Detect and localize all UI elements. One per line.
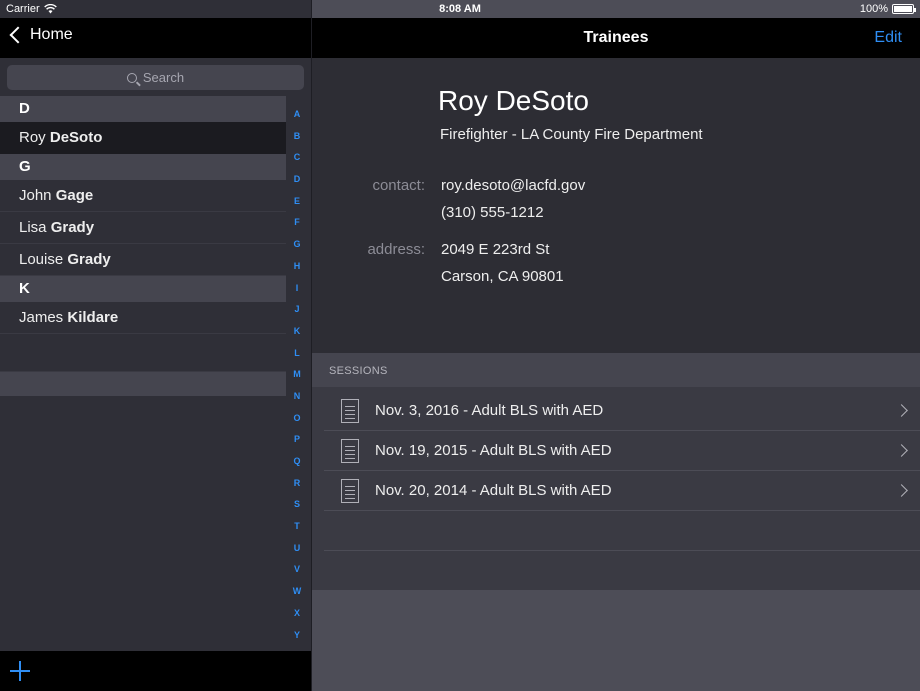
index-letter-l[interactable]: L [286, 343, 308, 365]
clock: 8:08 AM [439, 3, 481, 15]
index-letter-t[interactable]: T [286, 516, 308, 538]
index-letter-a[interactable]: A [286, 104, 308, 126]
plus-icon[interactable] [10, 661, 30, 681]
battery-icon [892, 4, 916, 14]
index-letter-e[interactable]: E [286, 191, 308, 213]
section-header-d: D [0, 96, 286, 122]
sessions-section-header: SESSIONS [312, 353, 920, 387]
document-icon [341, 398, 359, 423]
index-letter-p[interactable]: P [286, 429, 308, 451]
section-header-g: G [0, 154, 286, 180]
status-bar: Carrier 8:08 AM 100% [0, 0, 920, 18]
index-letter-c[interactable]: C [286, 147, 308, 169]
document-icon [341, 478, 359, 503]
index-letter-w[interactable]: W [286, 581, 308, 603]
index-letter-k[interactable]: K [286, 321, 308, 343]
index-letter-n[interactable]: N [286, 386, 308, 408]
chevron-right-icon [895, 404, 908, 417]
first-name: Lisa [19, 219, 47, 236]
trainee-name: Roy DeSoto [438, 85, 589, 116]
chevron-left-icon [9, 26, 27, 44]
contact-label: contact: [372, 177, 425, 194]
section-index[interactable]: ABCDEFGHIJKLMNOPQRSTUVWXY [286, 104, 308, 646]
index-letter-x[interactable]: X [286, 603, 308, 625]
index-letter-y[interactable]: Y [286, 625, 308, 647]
list-item-james-kildare[interactable]: James Kildare [0, 302, 286, 334]
index-letter-u[interactable]: U [286, 538, 308, 560]
list-item-louise-grady[interactable]: Louise Grady [0, 244, 286, 276]
index-letter-o[interactable]: O [286, 408, 308, 430]
session-title: Nov. 20, 2014 - Adult BLS with AED [375, 482, 612, 499]
last-name: DeSoto [49, 129, 103, 146]
address-line-1[interactable]: 2049 E 223rd St [441, 241, 549, 258]
first-name: Roy [19, 129, 46, 146]
nav-title: Trainees [583, 29, 649, 46]
index-letter-q[interactable]: Q [286, 451, 308, 473]
empty-row [0, 334, 286, 372]
search-icon [126, 72, 137, 83]
search-bar: Search [0, 58, 311, 96]
list-item-john-gage[interactable]: John Gage [0, 180, 286, 212]
index-letter-s[interactable]: S [286, 494, 308, 516]
back-button[interactable]: Home [6, 26, 73, 44]
battery: 100% [859, 3, 916, 15]
index-letter-f[interactable]: F [286, 212, 308, 234]
session-row[interactable]: Nov. 3, 2016 - Adult BLS with AED [324, 391, 920, 431]
document-icon [341, 438, 359, 463]
address-line-2[interactable]: Carson, CA 90801 [441, 268, 564, 285]
session-row[interactable]: Nov. 19, 2015 - Adult BLS with AED [324, 431, 920, 471]
master-pane: Home Search D Roy DeSoto G John Gage Lis… [0, 0, 311, 691]
back-button-label: Home [30, 26, 73, 43]
master-toolbar [0, 651, 311, 691]
sessions-label: SESSIONS [329, 365, 388, 377]
empty-section-header [0, 372, 286, 396]
sessions-list: Nov. 3, 2016 - Adult BLS with AED Nov. 1… [312, 387, 920, 590]
index-letter-v[interactable]: V [286, 559, 308, 581]
search-placeholder: Search [142, 70, 185, 85]
trainee-list: D Roy DeSoto G John Gage Lisa Grady Loui… [0, 96, 286, 396]
index-letter-d[interactable]: D [286, 169, 308, 191]
email-value[interactable]: roy.desoto@lacfd.gov [441, 177, 585, 194]
index-letter-r[interactable]: R [286, 473, 308, 495]
detail-pane: Trainees Edit Roy DeSoto Firefighter - L… [312, 0, 920, 691]
index-letter-g[interactable]: G [286, 234, 308, 256]
chevron-right-icon [895, 444, 908, 457]
last-name: Grady [50, 219, 95, 236]
index-letter-m[interactable]: M [286, 364, 308, 386]
last-name: Kildare [67, 309, 119, 326]
list-item-lisa-grady[interactable]: Lisa Grady [0, 212, 286, 244]
empty-row [324, 511, 920, 551]
search-input[interactable]: Search [7, 65, 304, 90]
address-label: address: [367, 241, 425, 258]
first-name: James [19, 309, 64, 326]
first-name: Louise [19, 251, 64, 268]
detail-nav-bar: Trainees Edit [312, 18, 920, 58]
edit-button[interactable]: Edit [874, 29, 902, 47]
session-title: Nov. 19, 2015 - Adult BLS with AED [375, 442, 612, 459]
battery-percent: 100% [859, 3, 888, 15]
session-row[interactable]: Nov. 20, 2014 - Adult BLS with AED [324, 471, 920, 511]
index-letter-h[interactable]: H [286, 256, 308, 278]
session-title: Nov. 3, 2016 - Adult BLS with AED [375, 402, 604, 419]
section-header-k: K [0, 276, 286, 302]
phone-value[interactable]: (310) 555-1212 [441, 204, 544, 221]
chevron-right-icon [895, 484, 908, 497]
empty-row [324, 551, 920, 591]
last-name: Gage [55, 187, 94, 204]
list-item-roy-desoto[interactable]: Roy DeSoto [0, 122, 286, 154]
index-letter-i[interactable]: I [286, 278, 308, 300]
master-nav-bar: Home [0, 18, 311, 58]
index-letter-j[interactable]: J [286, 299, 308, 321]
index-letter-b[interactable]: B [286, 126, 308, 148]
last-name: Grady [67, 251, 111, 268]
trainee-title: Firefighter - LA County Fire Department [440, 126, 703, 143]
profile-card: Roy DeSoto Firefighter - LA County Fire … [312, 58, 920, 353]
first-name: John [19, 187, 52, 204]
